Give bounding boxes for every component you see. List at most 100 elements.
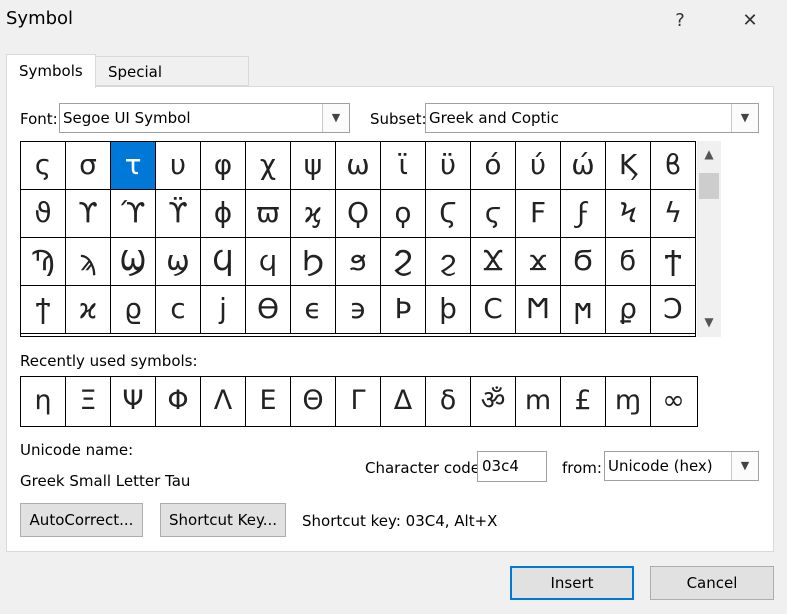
symbol-cell[interactable]: ϋ	[426, 142, 471, 190]
symbol-cell[interactable]: ϗ	[291, 190, 336, 238]
symbol-cell[interactable]: τ	[111, 142, 156, 190]
help-button[interactable]: ?	[660, 6, 700, 36]
symbol-cell[interactable]: ϩ	[426, 238, 471, 286]
symbol-cell[interactable]: ό	[471, 142, 516, 190]
symbol-grid[interactable]: ςστυφχψωϊϋόύώϏϐ ϑϒϓϔϕϖϗϘϙϚϛϜϝϞϟ ϠϡϢϣϤϥϦϧϨϩ…	[20, 141, 696, 337]
grid-scrollbar[interactable]: ▲ ▼	[697, 141, 721, 337]
symbol-cell[interactable]: Ϝ	[516, 190, 561, 238]
from-dropdown[interactable]: Unicode (hex) ▼	[604, 451, 759, 481]
symbol-cell[interactable]: ϻ	[561, 286, 606, 334]
symbol-cell[interactable]: ϙ	[381, 190, 426, 238]
chevron-down-icon: ▼	[731, 104, 758, 132]
recent-symbol-cell[interactable]: Δ	[381, 377, 426, 426]
font-value: Segoe UI Symbol	[63, 109, 191, 127]
recent-symbol-cell[interactable]: Γ	[336, 377, 381, 426]
symbol-cell[interactable]: ϓ	[111, 190, 156, 238]
recent-symbol-cell[interactable]: ॐ	[471, 377, 516, 426]
symbol-cell[interactable]: Ϛ	[426, 190, 471, 238]
recent-symbol-cell[interactable]: η	[21, 377, 66, 426]
tab-symbols[interactable]: Symbols	[6, 54, 96, 88]
symbol-cell[interactable]: ύ	[516, 142, 561, 190]
symbol-cell[interactable]: ϑ	[21, 190, 66, 238]
from-label: from:	[562, 459, 602, 477]
symbol-cell[interactable]: Ͻ	[651, 286, 695, 334]
recent-symbol-cell[interactable]: Φ	[156, 377, 201, 426]
symbol-cell[interactable]: Ϫ	[471, 238, 516, 286]
recent-symbol-cell[interactable]: Ξ	[66, 377, 111, 426]
symbol-cell[interactable]: ϡ	[66, 238, 111, 286]
symbol-cell[interactable]: ψ	[291, 142, 336, 190]
symbol-cell[interactable]: Ϣ	[111, 238, 156, 286]
scroll-down-icon[interactable]: ▼	[697, 309, 721, 337]
symbol-cell[interactable]: Ϻ	[516, 286, 561, 334]
recent-symbol-cell[interactable]: m	[516, 377, 561, 426]
recent-symbol-cell[interactable]: ɱ	[606, 377, 651, 426]
symbol-cell[interactable]: ς	[21, 142, 66, 190]
close-icon: ✕	[742, 10, 758, 31]
symbol-cell[interactable]: ϵ	[291, 286, 336, 334]
font-dropdown[interactable]: Segoe UI Symbol ▼	[59, 103, 350, 133]
symbol-cell[interactable]: ϛ	[471, 190, 516, 238]
symbol-cell[interactable]: ϐ	[651, 142, 695, 190]
symbol-cell[interactable]: σ	[66, 142, 111, 190]
symbol-cell[interactable]: υ	[156, 142, 201, 190]
symbol-cell[interactable]: ϫ	[516, 238, 561, 286]
symbol-cell[interactable]: Ϸ	[381, 286, 426, 334]
recent-symbol-cell[interactable]: δ	[426, 377, 471, 426]
recent-symbols-strip[interactable]: η Ξ Ψ Φ Λ Ε Θ Γ Δδ ॐ m £ ɱ ∞	[20, 376, 698, 427]
symbol-cell[interactable]: Ϲ	[471, 286, 516, 334]
cancel-button[interactable]: Cancel	[650, 566, 774, 600]
symbol-cell[interactable]: Ϩ	[381, 238, 426, 286]
symbol-cell[interactable]: ϱ	[111, 286, 156, 334]
recent-symbol-cell[interactable]: Ε	[246, 377, 291, 426]
symbol-cell[interactable]: ώ	[561, 142, 606, 190]
shortcut-key-button[interactable]: Shortcut Key...	[160, 503, 286, 537]
close-button[interactable]: ✕	[730, 6, 770, 36]
symbol-cell[interactable]: ϸ	[426, 286, 471, 334]
symbol-cell[interactable]: ϧ	[336, 238, 381, 286]
unicode-name-value: Greek Small Letter Tau	[20, 472, 191, 490]
symbol-cell[interactable]: ϒ	[66, 190, 111, 238]
recent-symbol-cell[interactable]: ∞	[651, 377, 696, 426]
recent-symbol-cell[interactable]: £	[561, 377, 606, 426]
symbol-cell[interactable]: ϯ	[21, 286, 66, 334]
symbol-cell[interactable]: Ϟ	[606, 190, 651, 238]
symbol-cell[interactable]: ϖ	[246, 190, 291, 238]
symbol-cell[interactable]: Ϭ	[561, 238, 606, 286]
symbol-cell[interactable]: ϴ	[246, 286, 291, 334]
symbol-cell[interactable]: Ϧ	[291, 238, 336, 286]
symbol-cell[interactable]: χ	[246, 142, 291, 190]
insert-button[interactable]: Insert	[510, 566, 634, 600]
scroll-up-icon[interactable]: ▲	[697, 141, 721, 169]
symbol-cell[interactable]: ϥ	[246, 238, 291, 286]
symbol-cell[interactable]: Ϥ	[201, 238, 246, 286]
symbol-cell[interactable]: ϣ	[156, 238, 201, 286]
autocorrect-button[interactable]: AutoCorrect...	[20, 503, 143, 537]
symbol-cell[interactable]: ϲ	[156, 286, 201, 334]
symbol-cell[interactable]: Ϗ	[606, 142, 651, 190]
recent-symbol-cell[interactable]: Λ	[201, 377, 246, 426]
symbol-cell[interactable]: ϰ	[66, 286, 111, 334]
symbol-cell[interactable]: φ	[201, 142, 246, 190]
scroll-thumb[interactable]	[699, 173, 719, 199]
symbol-cell[interactable]: Ϯ	[651, 238, 695, 286]
symbol-cell[interactable]: ϟ	[651, 190, 695, 238]
symbol-cell[interactable]: ϔ	[156, 190, 201, 238]
symbol-cell[interactable]: ϶	[336, 286, 381, 334]
symbol-cell[interactable]: ω	[336, 142, 381, 190]
symbol-cell[interactable]: ϼ	[606, 286, 651, 334]
recent-symbol-cell[interactable]: Ψ	[111, 377, 156, 426]
symbol-cell[interactable]: ϕ	[201, 190, 246, 238]
symbol-cell[interactable]: ϭ	[606, 238, 651, 286]
tab-special-characters[interactable]: Special Characters	[96, 56, 249, 111]
symbol-cell[interactable]: Ϙ	[336, 190, 381, 238]
chevron-down-icon: ▼	[731, 452, 758, 480]
tab-symbols-label: Symbols	[19, 62, 83, 80]
symbol-cell[interactable]: ϝ	[561, 190, 606, 238]
symbol-cell[interactable]: ϊ	[381, 142, 426, 190]
charcode-input[interactable]: 03c4	[477, 451, 547, 482]
recent-symbol-cell[interactable]: Θ	[291, 377, 336, 426]
symbol-cell[interactable]: Ϡ	[21, 238, 66, 286]
subset-dropdown[interactable]: Greek and Coptic ▼	[425, 103, 759, 133]
symbol-cell[interactable]: ϳ	[201, 286, 246, 334]
